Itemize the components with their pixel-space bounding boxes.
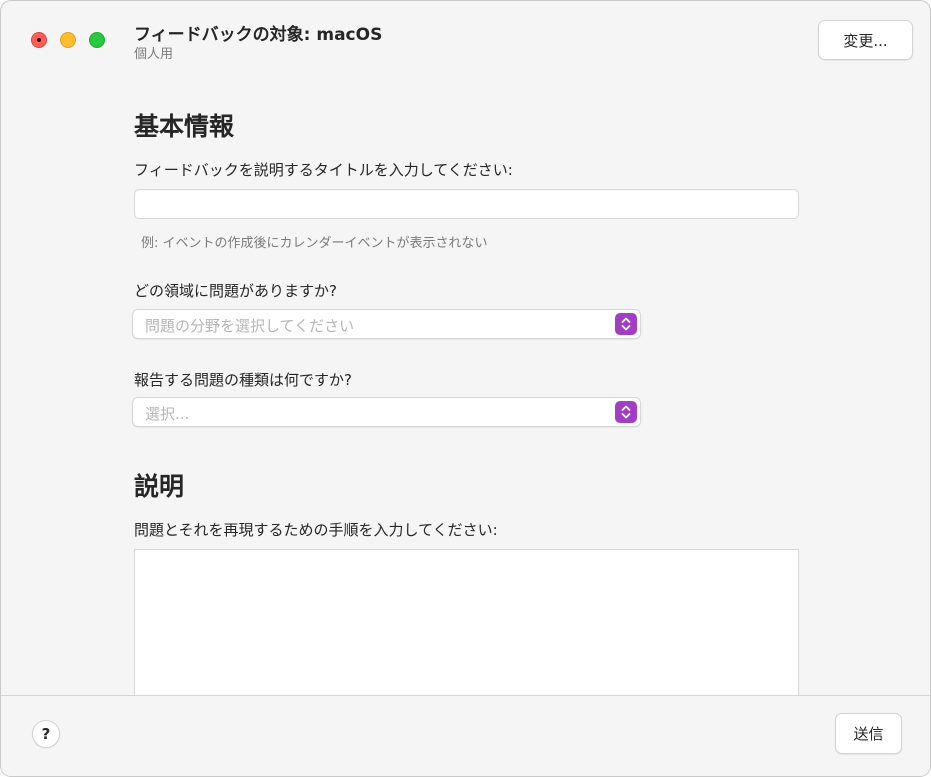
help-icon[interactable]: ? (32, 720, 60, 748)
title-example-hint: 例: イベントの作成後にカレンダーイベントが表示されない (141, 236, 488, 251)
close-icon[interactable] (31, 32, 47, 48)
basic-info-heading: 基本情報 (134, 112, 235, 141)
close-dot (37, 38, 41, 42)
chevron-up-down-glyph (621, 317, 631, 331)
description-heading: 説明 (134, 472, 185, 501)
zoom-icon[interactable] (89, 32, 105, 48)
feedback-window: フィードバックの対象: macOS 個人用 変更... 基本情報 フィードバック… (0, 0, 931, 777)
steps-textarea[interactable] (134, 549, 799, 696)
type-prompt-label: 報告する問題の種類は何ですか? (134, 371, 352, 389)
bottom-bar (1, 695, 930, 776)
title-input[interactable] (134, 189, 799, 219)
type-select[interactable]: 選択... (132, 397, 641, 427)
window-title: フィードバックの対象: macOS (134, 25, 383, 45)
send-button[interactable]: 送信 (835, 713, 902, 754)
area-prompt-label: どの領域に問題がありますか? (134, 282, 337, 300)
area-select[interactable]: 問題の分野を選択してください (132, 309, 641, 339)
chevron-up-down-glyph (621, 405, 631, 419)
chevron-up-down-icon[interactable] (615, 401, 637, 423)
minimize-icon[interactable] (60, 32, 76, 48)
change-button[interactable]: 変更... (818, 20, 913, 60)
chevron-up-down-icon[interactable] (615, 313, 637, 335)
title-bar: フィードバックの対象: macOS 個人用 変更... (1, 1, 930, 81)
title-prompt-label: フィードバックを説明するタイトルを入力してください: (134, 161, 513, 179)
steps-prompt-label: 問題とそれを再現するための手順を入力してください: (134, 521, 498, 539)
type-select-placeholder: 選択... (145, 405, 190, 423)
area-select-placeholder: 問題の分野を選択してください (145, 317, 355, 335)
window-subtitle: 個人用 (134, 47, 174, 62)
